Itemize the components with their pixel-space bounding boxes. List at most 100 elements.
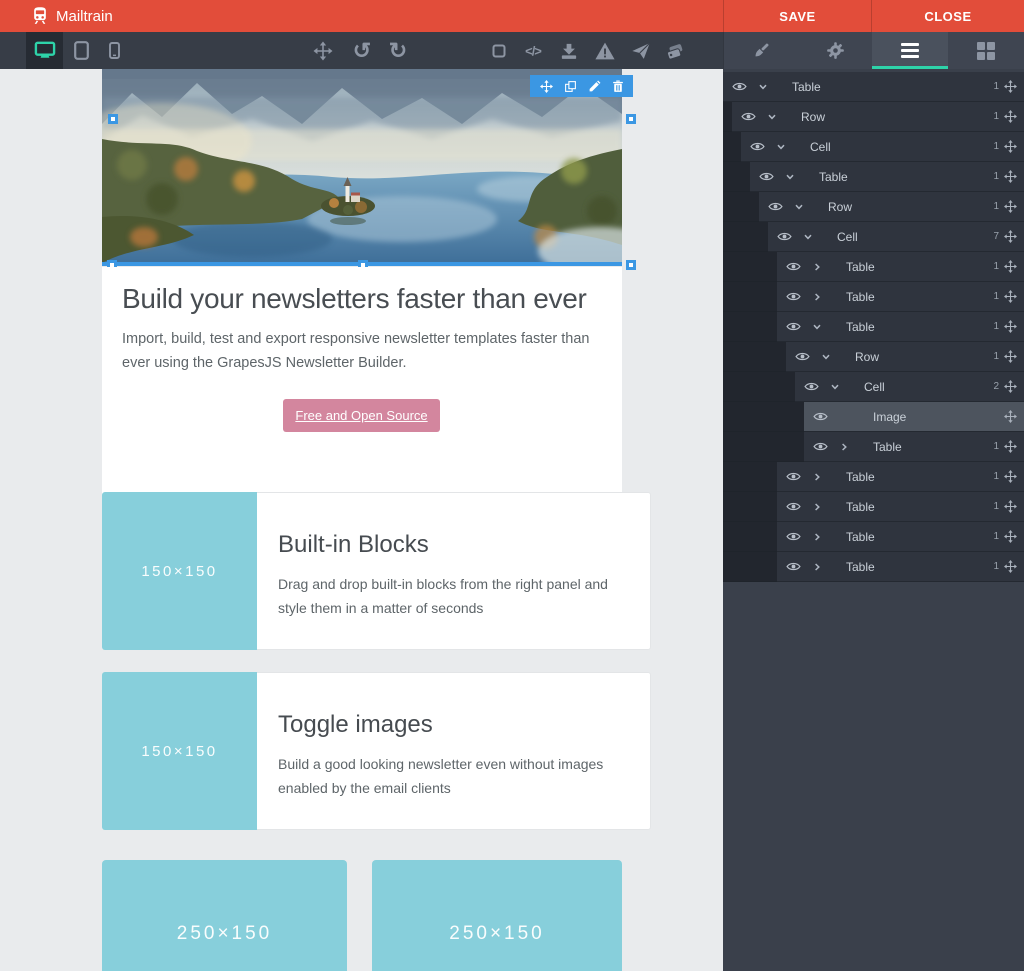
eye-icon[interactable] — [813, 411, 839, 422]
style-manager-button[interactable] — [724, 32, 799, 69]
layer-row-table[interactable]: Table1 — [723, 432, 1024, 462]
layer-row-main[interactable]: Table1 — [777, 552, 1024, 582]
layer-row-table[interactable]: Table1 — [723, 522, 1024, 552]
undo-icon[interactable]: ↺ — [353, 40, 371, 62]
layer-row-table[interactable]: Table1 — [723, 72, 1024, 102]
move-icon[interactable] — [1004, 470, 1024, 483]
layer-row-table[interactable]: Table1 — [723, 282, 1024, 312]
layer-row-row[interactable]: Row1 — [723, 102, 1024, 132]
move-icon[interactable] — [1004, 320, 1024, 333]
layer-row-main[interactable]: Table1 — [750, 162, 1024, 192]
feature-section-toggle[interactable]: 150×150 Toggle images Build a good looki… — [102, 672, 622, 830]
chevron-down-icon[interactable] — [758, 82, 778, 92]
resize-handle-left[interactable] — [108, 114, 118, 124]
delete-icon[interactable] — [612, 80, 624, 93]
chevron-down-icon[interactable] — [821, 352, 841, 362]
redo-icon[interactable]: ↻ — [389, 40, 407, 62]
cta-button[interactable]: Free and Open Source — [283, 399, 440, 432]
eye-icon[interactable] — [786, 531, 812, 542]
move-icon[interactable] — [1004, 80, 1024, 93]
move-icon[interactable] — [1004, 440, 1024, 453]
image-placeholder-250-right[interactable]: 250×150 — [372, 860, 622, 971]
chevron-down-icon[interactable] — [794, 202, 814, 212]
warning-icon[interactable] — [595, 42, 615, 60]
move-icon[interactable] — [1004, 290, 1024, 303]
move-icon[interactable] — [1004, 380, 1024, 393]
layer-row-main[interactable]: Table1 — [777, 312, 1024, 342]
layer-row-table[interactable]: Table1 — [723, 492, 1024, 522]
hero-heading[interactable]: Build your newsletters faster than ever — [122, 283, 587, 315]
layer-row-main[interactable]: Table1 — [777, 492, 1024, 522]
layer-row-cell[interactable]: Cell7 — [723, 222, 1024, 252]
layer-row-main[interactable]: Cell2 — [795, 372, 1024, 402]
feature-body-text[interactable]: Build a good looking newsletter even wit… — [278, 752, 630, 800]
chevron-down-icon[interactable] — [803, 232, 823, 242]
layer-row-main[interactable]: Table1 — [723, 72, 1024, 102]
device-desktop-button[interactable] — [26, 32, 63, 69]
eye-icon[interactable] — [786, 501, 812, 512]
device-tablet-button[interactable] — [63, 32, 100, 69]
layer-row-main[interactable]: Cell7 — [768, 222, 1024, 252]
image-placeholder-150[interactable]: 150×150 — [102, 492, 257, 650]
layer-row-main[interactable]: Table1 — [777, 522, 1024, 552]
feature-heading[interactable]: Built-in Blocks — [278, 531, 630, 559]
eye-icon[interactable] — [786, 321, 812, 332]
chevron-down-icon[interactable] — [776, 142, 796, 152]
eye-icon[interactable] — [795, 351, 821, 362]
eye-icon[interactable] — [750, 141, 776, 152]
blocks-button[interactable] — [948, 32, 1024, 69]
eye-icon[interactable] — [804, 381, 830, 392]
save-button[interactable]: SAVE — [723, 0, 871, 32]
hero-image[interactable] — [102, 69, 622, 263]
eye-icon[interactable] — [813, 441, 839, 452]
layer-row-cell[interactable]: Cell2 — [723, 372, 1024, 402]
square-icon[interactable] — [493, 44, 506, 57]
chevron-right-icon[interactable] — [812, 292, 832, 302]
chevron-down-icon[interactable] — [830, 382, 850, 392]
move-icon[interactable] — [1004, 410, 1024, 423]
device-mobile-button[interactable] — [96, 32, 133, 69]
import-icon[interactable] — [560, 41, 579, 60]
eye-icon[interactable] — [786, 471, 812, 482]
layer-row-main[interactable]: Table1 — [804, 432, 1024, 462]
feature-section-blocks[interactable]: 150×150 Built-in Blocks Drag and drop bu… — [102, 492, 622, 650]
move-icon[interactable] — [314, 41, 333, 60]
chevron-right-icon[interactable] — [812, 562, 832, 572]
layers-button[interactable] — [872, 32, 949, 69]
move-icon[interactable] — [1004, 560, 1024, 573]
layer-row-table[interactable]: Table1 — [723, 462, 1024, 492]
move-icon[interactable] — [1004, 530, 1024, 543]
image-placeholder-250-left[interactable]: 250×150 — [102, 860, 347, 971]
chevron-down-icon[interactable] — [785, 172, 805, 182]
eye-icon[interactable] — [786, 561, 812, 572]
resize-handle-right[interactable] — [626, 114, 636, 124]
layer-row-main[interactable]: Table1 — [777, 462, 1024, 492]
move-icon[interactable] — [1004, 260, 1024, 273]
chevron-right-icon[interactable] — [812, 472, 832, 482]
settings-button[interactable] — [799, 32, 872, 69]
eye-icon[interactable] — [786, 261, 812, 272]
send-icon[interactable] — [632, 41, 651, 60]
layer-row-main[interactable]: Cell1 — [741, 132, 1024, 162]
layer-row-main[interactable]: Row1 — [786, 342, 1024, 372]
layer-row-table[interactable]: Table1 — [723, 162, 1024, 192]
chevron-down-icon[interactable] — [812, 322, 832, 332]
layer-row-main[interactable]: Image — [804, 402, 1024, 432]
eye-icon[interactable] — [777, 231, 803, 242]
move-icon[interactable] — [1004, 140, 1024, 153]
chevron-right-icon[interactable] — [839, 442, 859, 452]
image-placeholder-150[interactable]: 150×150 — [102, 672, 257, 830]
layer-row-table[interactable]: Table1 — [723, 312, 1024, 342]
layer-row-image[interactable]: Image — [723, 402, 1024, 432]
move-icon[interactable] — [1004, 350, 1024, 363]
feature-heading[interactable]: Toggle images — [278, 711, 630, 739]
chevron-right-icon[interactable] — [812, 532, 832, 542]
code-icon[interactable]: </> — [525, 43, 541, 58]
chevron-down-icon[interactable] — [767, 112, 787, 122]
layer-row-table[interactable]: Table1 — [723, 552, 1024, 582]
move-icon[interactable] — [1004, 230, 1024, 243]
layer-row-row[interactable]: Row1 — [723, 192, 1024, 222]
move-icon[interactable] — [1004, 500, 1024, 513]
eye-icon[interactable] — [741, 111, 767, 122]
layer-row-main[interactable]: Table1 — [777, 252, 1024, 282]
